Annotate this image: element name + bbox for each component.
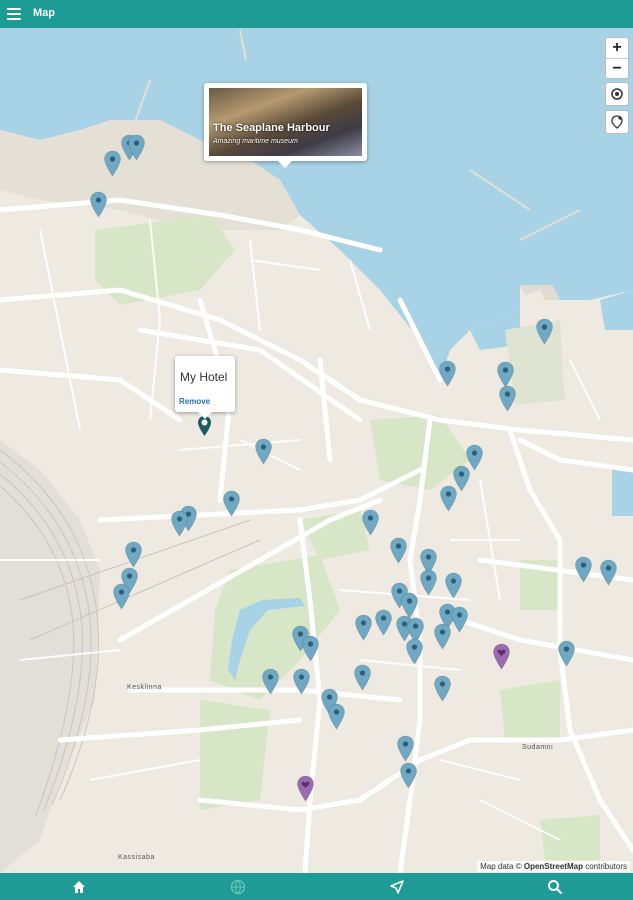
poi-pin-icon[interactable] — [353, 664, 372, 691]
poi-pin-icon[interactable] — [496, 361, 515, 388]
poi-pin-icon[interactable] — [254, 438, 273, 465]
app-title: Map — [33, 7, 55, 19]
top-app-bar: Map — [0, 0, 633, 28]
map-label-kesklinna: Kesklinna — [127, 684, 162, 691]
menu-icon[interactable] — [7, 8, 21, 20]
poi-pin-icon[interactable] — [599, 559, 618, 586]
poi-pin-icon[interactable] — [127, 134, 146, 161]
attribution-prefix: Map data © — [480, 862, 522, 871]
home-icon[interactable] — [70, 878, 88, 896]
poi-title: The Seaplane Harbour — [213, 122, 330, 134]
osm-link[interactable]: OpenStreetMap — [524, 862, 583, 871]
poi-pin-icon[interactable] — [301, 635, 320, 662]
favorite-pin-icon[interactable] — [492, 643, 511, 670]
poi-pin-icon[interactable] — [450, 606, 469, 633]
locate-button[interactable] — [605, 82, 629, 106]
map-label-sudamni: Sudamni — [522, 744, 554, 751]
poi-pin-icon[interactable] — [361, 509, 380, 536]
map-label-kassisaba: Kassisaba — [118, 854, 155, 861]
poi-pin-icon[interactable] — [327, 703, 346, 730]
globe-icon[interactable] — [229, 878, 247, 896]
add-place-icon — [611, 115, 623, 129]
add-place-button[interactable] — [605, 110, 629, 134]
zoom-control: + − — [605, 37, 629, 79]
poi-pin-icon[interactable] — [261, 668, 280, 695]
poi-pin-icon[interactable] — [124, 541, 143, 568]
poi-pin-icon[interactable] — [170, 510, 189, 537]
remove-hotel-link[interactable]: Remove — [179, 397, 210, 406]
poi-pin-icon[interactable] — [222, 490, 241, 517]
poi-pin-icon[interactable] — [419, 569, 438, 596]
search-icon[interactable] — [546, 878, 564, 896]
poi-pin-icon[interactable] — [439, 485, 458, 512]
map-attribution: Map data © OpenStreetMap contributors — [477, 861, 630, 872]
poi-pin-icon[interactable] — [389, 537, 408, 564]
navigate-icon[interactable] — [388, 878, 406, 896]
poi-popup-seaplane-harbour[interactable]: The Seaplane Harbour Amazing maritime mu… — [204, 83, 367, 168]
poi-pin-icon[interactable] — [399, 762, 418, 789]
poi-pin-icon[interactable] — [374, 609, 393, 636]
poi-pin-icon[interactable] — [574, 556, 593, 583]
poi-pin-icon[interactable] — [444, 572, 463, 599]
poi-pin-icon[interactable] — [354, 614, 373, 641]
poi-pin-icon[interactable] — [557, 640, 576, 667]
poi-pin-icon[interactable] — [405, 638, 424, 665]
bottom-nav — [0, 873, 633, 900]
poi-pin-icon[interactable] — [292, 668, 311, 695]
poi-pin-icon[interactable] — [433, 675, 452, 702]
attribution-suffix: contributors — [585, 862, 627, 871]
hotel-name: My Hotel — [180, 370, 228, 384]
poi-photo: The Seaplane Harbour Amazing maritime mu… — [209, 88, 362, 156]
zoom-in-button[interactable]: + — [606, 38, 628, 58]
poi-pin-icon[interactable] — [396, 735, 415, 762]
locate-icon — [611, 88, 623, 100]
poi-pin-icon[interactable] — [498, 385, 517, 412]
poi-pin-icon[interactable] — [535, 318, 554, 345]
poi-pin-icon[interactable] — [103, 150, 122, 177]
poi-subtitle: Amazing maritime museum — [213, 138, 298, 145]
poi-pin-icon[interactable] — [112, 583, 131, 610]
zoom-out-button[interactable]: − — [606, 59, 628, 79]
poi-pin-icon[interactable] — [438, 360, 457, 387]
poi-pin-icon[interactable] — [433, 623, 452, 650]
hotel-popup: My Hotel Remove — [175, 356, 235, 419]
poi-pin-icon[interactable] — [89, 191, 108, 218]
favorite-pin-icon[interactable] — [296, 775, 315, 802]
